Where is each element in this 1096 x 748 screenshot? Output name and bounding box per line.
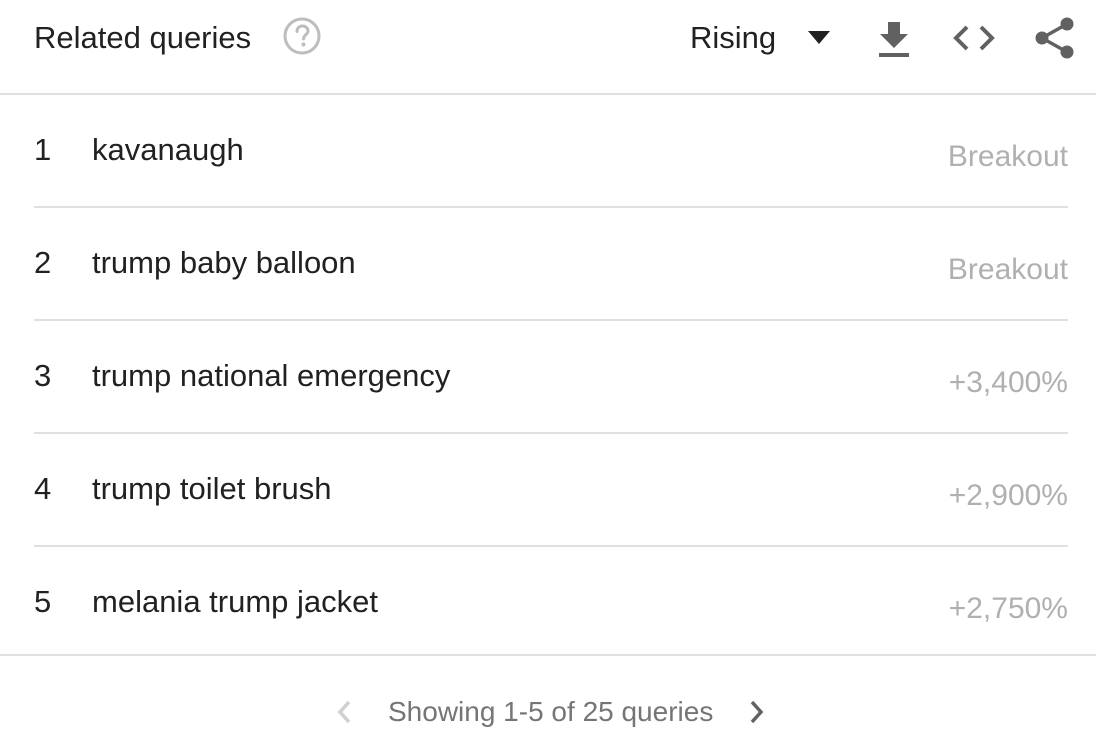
widget-title: Related queries — [34, 20, 252, 55]
query-rank: 3 — [34, 358, 52, 393]
chevron-left-icon[interactable] — [330, 697, 360, 727]
embed-code-icon[interactable] — [952, 22, 996, 54]
query-value: Breakout — [947, 140, 1068, 173]
query-text[interactable]: kavanaugh — [92, 131, 244, 169]
query-text[interactable]: trump national emergency — [92, 357, 450, 395]
caret-down-icon — [808, 31, 831, 44]
widget-header: Related queries Rising — [0, 0, 1096, 95]
query-row[interactable]: 3 trump national emergency +3,400% — [34, 321, 1068, 434]
query-rank: 5 — [34, 584, 52, 619]
query-row[interactable]: 5 melania trump jacket +2,750% — [34, 547, 1068, 658]
chevron-right-icon[interactable] — [741, 697, 771, 727]
query-text[interactable]: trump toilet brush — [92, 470, 332, 508]
query-value: +2,750% — [948, 592, 1068, 625]
dropdown-selected-value: Rising — [690, 20, 777, 55]
query-rank: 1 — [34, 132, 52, 167]
query-rank: 2 — [34, 245, 52, 280]
query-row[interactable]: 2 trump baby balloon Breakout — [34, 208, 1068, 321]
help-question-icon[interactable] — [282, 16, 322, 56]
query-rank: 4 — [34, 471, 52, 506]
pagination: Showing 1-5 of 25 queries — [330, 690, 771, 734]
rising-top-dropdown[interactable]: Rising — [690, 16, 831, 60]
query-value: +2,900% — [948, 479, 1068, 512]
pagination-status: Showing 1-5 of 25 queries — [388, 696, 714, 727]
footer-divider — [0, 654, 1096, 656]
query-row[interactable]: 4 trump toilet brush +2,900% — [34, 434, 1068, 547]
query-text[interactable]: trump baby balloon — [92, 244, 356, 282]
share-icon[interactable] — [1032, 16, 1076, 60]
query-value: Breakout — [947, 253, 1068, 286]
download-icon[interactable] — [876, 20, 912, 58]
query-value: +3,400% — [948, 366, 1068, 399]
related-queries-widget: Related queries Rising 1 kavanaugh Break… — [0, 0, 1096, 748]
query-text[interactable]: melania trump jacket — [92, 583, 378, 621]
query-list: 1 kavanaugh Breakout 2 trump baby balloo… — [34, 95, 1068, 658]
query-row[interactable]: 1 kavanaugh Breakout — [34, 95, 1068, 208]
